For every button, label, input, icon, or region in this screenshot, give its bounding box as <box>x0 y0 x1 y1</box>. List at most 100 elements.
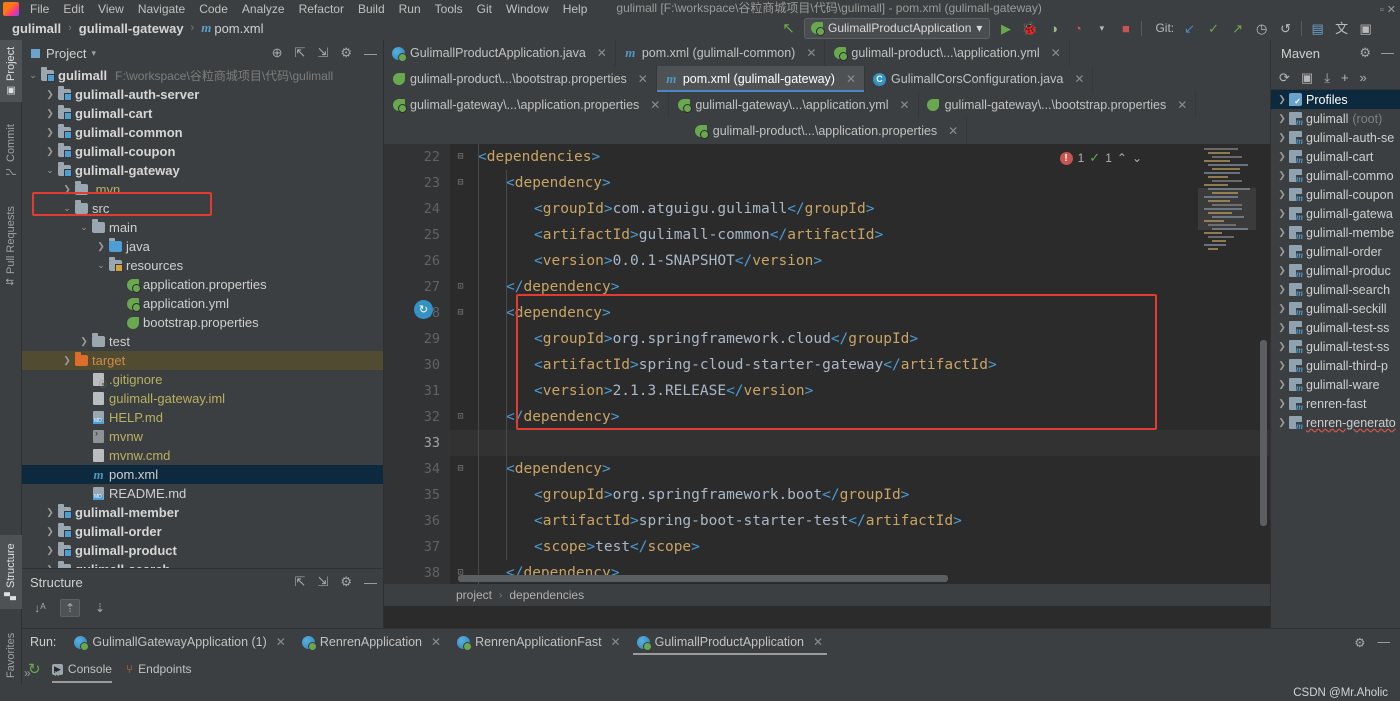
editor-gutter[interactable]: 22⊟23⊟24252627⊡28⊟29303132⊡3334⊟35363738… <box>384 144 450 606</box>
chevron-right-icon[interactable]: ❯ <box>1275 246 1289 257</box>
sidebar-item-pull-requests[interactable]: ⇵ Pull Requests <box>0 198 22 294</box>
close-icon[interactable]: ✕ <box>846 72 856 86</box>
run-tool-window[interactable]: Run: GulimallGatewayApplication (1)✕Renr… <box>22 628 1400 684</box>
maven-tree-row[interactable]: ❯gulimall(root) <box>1271 109 1400 128</box>
tree-row[interactable]: ⌄src <box>22 199 383 218</box>
hide-icon[interactable]: — <box>364 575 377 590</box>
code-line[interactable]: </dependency> <box>450 274 1270 300</box>
close-icon[interactable]: ✕ <box>806 46 816 60</box>
code-line[interactable] <box>450 430 1270 456</box>
editor-minimap[interactable] <box>1198 146 1256 256</box>
settings-icon[interactable]: ⚙ <box>340 45 352 61</box>
prev-problem-icon[interactable]: ⌃ <box>1117 151 1127 165</box>
chevron-right-icon[interactable]: ❯ <box>43 108 57 119</box>
run-icon[interactable]: ▶ <box>997 20 1014 37</box>
menu-item-analyze[interactable]: Analyze <box>235 2 292 16</box>
maven-tree-row[interactable]: ❯gulimall-produc <box>1271 261 1400 280</box>
maven-tree-row[interactable]: ❯gulimall-cart <box>1271 147 1400 166</box>
tree-row[interactable]: ❯.mvn <box>22 180 383 199</box>
code-line[interactable]: <artifactId>gulimall-common</artifactId> <box>450 222 1270 248</box>
code-line[interactable]: <dependencies> <box>450 144 1270 170</box>
chevron-right-icon[interactable]: ❯ <box>1275 284 1289 295</box>
tree-row[interactable]: ❯gulimall-auth-server <box>22 85 383 104</box>
chevron-down-icon[interactable]: ⌄ <box>60 203 74 214</box>
settings-icon[interactable]: ⚙ <box>1359 45 1371 61</box>
tree-row[interactable]: bootstrap.properties <box>22 313 383 332</box>
maven-tree-row[interactable]: ❯gulimall-test-ss <box>1271 337 1400 356</box>
expand-all-icon[interactable]: ⇱ <box>295 45 306 61</box>
chevron-right-icon[interactable]: ❯ <box>43 146 57 157</box>
close-icon[interactable]: ✕ <box>1177 98 1187 112</box>
tree-row[interactable]: mpom.xml <box>22 465 383 484</box>
tree-row[interactable]: ❯gulimall-common <box>22 123 383 142</box>
maven-toolbar[interactable]: ⟳ ▣ ⤓ + » <box>1271 66 1400 90</box>
download-sources-icon[interactable]: ⤓ <box>1324 70 1330 86</box>
collapse-all-icon[interactable]: ⇲ <box>317 45 328 61</box>
maven-tree-row[interactable]: ❯gulimall-auth-se <box>1271 128 1400 147</box>
chevron-right-icon[interactable]: ❯ <box>43 127 57 138</box>
sort-alphabetically-icon[interactable]: ↓ᴬ <box>30 599 50 617</box>
close-icon[interactable]: ✕ <box>597 46 607 60</box>
rollback-icon[interactable]: ↺ <box>1277 20 1294 37</box>
structure-tool-window[interactable]: Structure ⇱ ⇲ ⚙ — ↓ᴬ ⇡ ⇣ <box>22 568 384 628</box>
project-tool-window[interactable]: Project ▾ ⊕ ⇱ ⇲ ⚙ — ⌄gulimallF:\workspac… <box>22 40 384 568</box>
line-number[interactable]: 22⊟ <box>384 144 450 170</box>
editor-horizontal-scrollbar[interactable] <box>458 575 948 582</box>
breadcrumb-project[interactable]: gulimall <box>12 21 61 36</box>
maven-tree-row[interactable]: ❯renren-generato <box>1271 413 1400 432</box>
editor-tab[interactable]: gulimall-gateway\...\bootstrap.propertie… <box>919 92 1197 118</box>
hide-icon[interactable]: — <box>364 46 377 61</box>
window-controls[interactable]: ▫ ✕ <box>1380 3 1396 16</box>
chevron-right-icon[interactable]: ❯ <box>1275 94 1289 105</box>
maven-tree-row[interactable]: ❯gulimall-ware <box>1271 375 1400 394</box>
editor-tab[interactable]: GulimallProductApplication.java✕ <box>384 40 616 66</box>
tree-row[interactable]: ❯test <box>22 332 383 351</box>
run-tab[interactable]: GulimallGatewayApplication (1)✕ <box>66 629 293 655</box>
line-number[interactable]: 38⊡ <box>384 560 450 586</box>
line-number[interactable]: 35 <box>384 482 450 508</box>
close-icon[interactable]: ✕ <box>276 635 286 649</box>
chevron-right-icon[interactable]: ❯ <box>60 355 74 366</box>
settings-icon[interactable]: ⚙ <box>340 574 352 590</box>
debug-icon[interactable]: 🐞 <box>1021 20 1038 37</box>
line-number[interactable]: 25 <box>384 222 450 248</box>
maven-tree-row[interactable]: ❯gulimall-commo <box>1271 166 1400 185</box>
tree-row[interactable]: application.yml <box>22 294 383 313</box>
chevron-right-icon[interactable]: ❯ <box>43 507 57 518</box>
menu-item-window[interactable]: Window <box>499 2 556 16</box>
chevron-right-icon[interactable]: ❯ <box>1275 265 1289 276</box>
settings-icon[interactable]: ⚙ <box>1354 635 1365 650</box>
run-tab-bar[interactable]: Run: GulimallGatewayApplication (1)✕Renr… <box>22 629 1400 655</box>
tree-row[interactable]: ⌄gulimallF:\workspace\谷粒商城项目\代码\gulimall <box>22 66 383 85</box>
run-configuration-selector[interactable]: GulimallProductApplication ▾ <box>804 18 990 39</box>
chevron-right-icon[interactable]: ❯ <box>1275 303 1289 314</box>
code-line[interactable]: <scope>test</scope> <box>450 534 1270 560</box>
line-number[interactable]: 30 <box>384 352 450 378</box>
line-number[interactable]: 24 <box>384 196 450 222</box>
tree-row[interactable]: README.md <box>22 484 383 503</box>
chevron-right-icon[interactable]: ❯ <box>1275 208 1289 219</box>
main-toolbar[interactable]: ↖ GulimallProductApplication ▾ ▶ 🐞 ◑ ◔ ▾… <box>780 14 1374 42</box>
code-line[interactable]: <groupId>com.atguigu.gulimall</groupId> <box>450 196 1270 222</box>
tree-row[interactable]: ⌄main <box>22 218 383 237</box>
chevron-right-icon[interactable]: ❯ <box>1275 132 1289 143</box>
code-line[interactable]: </dependency> <box>450 560 1270 586</box>
chevron-right-icon[interactable]: ❯ <box>1275 341 1289 352</box>
tree-row[interactable]: mvnw <box>22 427 383 446</box>
line-number[interactable]: 36 <box>384 508 450 534</box>
editor-tab[interactable]: gulimall-gateway\...\application.propert… <box>384 92 669 118</box>
close-icon[interactable]: ✕ <box>611 635 621 649</box>
close-icon[interactable]: ✕ <box>813 635 823 649</box>
chevron-down-icon[interactable]: ⌄ <box>94 260 108 271</box>
tree-row[interactable]: ❯java <box>22 237 383 256</box>
chevron-down-icon[interactable]: ▾ <box>1093 20 1110 37</box>
editor-tab[interactable]: CGulimallCorsConfiguration.java✕ <box>865 66 1093 92</box>
chevron-right-icon[interactable]: ❯ <box>77 336 91 347</box>
menu-item-edit[interactable]: Edit <box>56 2 91 16</box>
tree-row[interactable]: ❯gulimall-coupon <box>22 142 383 161</box>
code-line[interactable]: <artifactId>spring-boot-starter-test</ar… <box>450 508 1270 534</box>
chevron-right-icon[interactable]: ❯ <box>1275 398 1289 409</box>
sidebar-item-commit[interactable]: ⌥ Commit <box>0 118 22 184</box>
menu-item-run[interactable]: Run <box>392 2 428 16</box>
editor-tab[interactable]: gulimall-gateway\...\application.yml✕ <box>669 92 918 118</box>
